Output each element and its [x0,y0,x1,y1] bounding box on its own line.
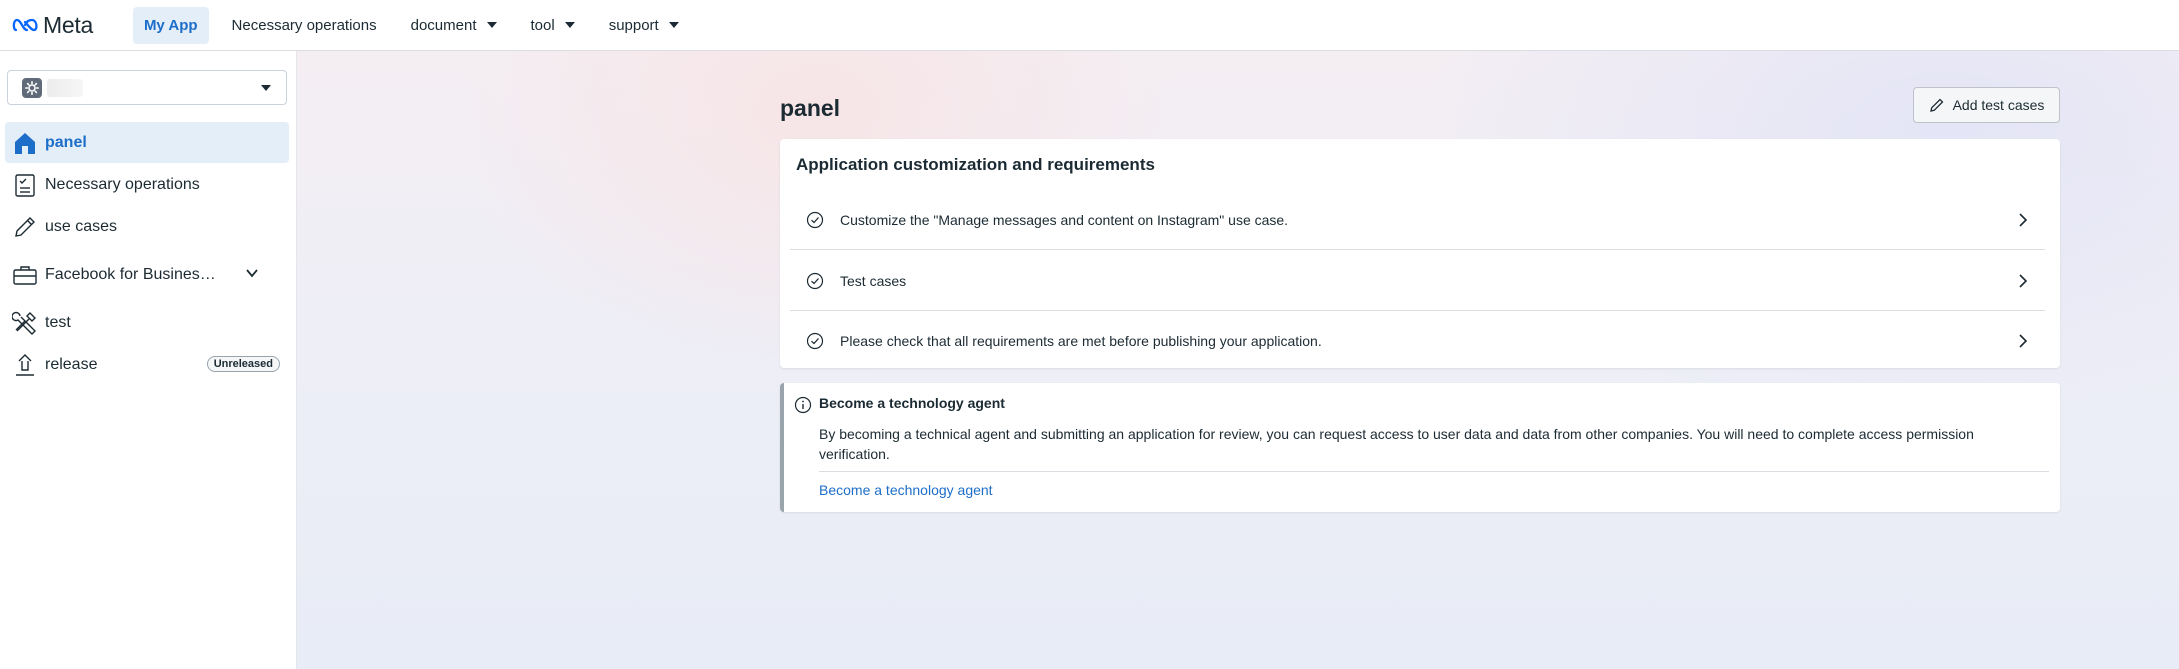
check-circle-icon [806,272,824,289]
sidebar-item-test[interactable]: test [5,302,289,343]
sidebar-item-use-cases[interactable]: use cases [5,206,289,247]
requirements-card: Application customization and requiremen… [780,139,2060,368]
caret-down-icon [261,85,271,91]
become-technology-agent-link[interactable]: Become a technology agent [819,482,993,498]
chevron-down-icon[interactable] [245,266,259,280]
nav-my-app-label: My App [143,16,198,34]
briefcase-icon [12,262,38,288]
requirement-row-text: Test cases [840,272,907,289]
page-title: panel [780,95,841,121]
nav-support-label: support [608,16,659,34]
tools-icon [12,310,38,336]
top-navigation-bar: Meta My App Necessary operations documen… [0,0,2179,51]
pencil-icon [1929,98,1943,112]
technology-agent-title: Become a technology agent [819,395,1005,411]
sidebar-item-label: Facebook for Busines… [45,265,216,283]
meta-logo[interactable]: Meta [12,12,93,39]
meta-infinity-icon [12,18,38,32]
home-icon [12,130,38,156]
app-selector-dropdown[interactable] [7,70,287,105]
sidebar-item-release[interactable]: release Unreleased [5,344,289,385]
nav-necessary-operations[interactable]: Necessary operations [221,7,388,44]
nav-my-app[interactable]: My App [132,6,209,44]
nav-tool-label: tool [530,16,555,34]
sidebar-item-label: panel [45,133,87,151]
nav-document-label: document [410,16,477,34]
chevron-right-icon [2019,334,2028,348]
nav-support[interactable]: support [598,7,690,44]
chevron-right-icon [2019,273,2028,288]
chevron-right-icon [2019,212,2028,227]
technology-agent-description: By becoming a technical agent and submit… [819,426,1974,462]
check-circle-icon [806,332,824,350]
requirement-row[interactable]: Test cases [790,251,2045,311]
caret-down-icon [486,22,497,28]
nav-necessary-operations-label: Necessary operations [231,16,377,34]
status-badge: Unreleased [206,356,280,372]
main-content: panel Add test cases Application customi… [297,51,2179,669]
caret-down-icon [668,22,679,28]
requirement-row-text: Please check that all requirements are m… [840,333,1322,349]
sidebar-item-necessary-operations[interactable]: Necessary operations [5,164,289,205]
requirement-row[interactable]: Please check that all requirements are m… [790,311,2045,371]
caret-down-icon [564,22,575,28]
sidebar-item-label: test [45,313,71,331]
add-test-cases-button[interactable]: Add test cases [1913,87,2060,123]
nav-tool[interactable]: tool [520,7,586,44]
info-icon [794,396,812,414]
sidebar-item-facebook-for-business[interactable]: Facebook for Busines… [5,254,289,295]
sidebar-item-label: Necessary operations [45,175,200,193]
sidebar-item-label: use cases [45,217,118,235]
add-test-cases-label: Add test cases [1952,97,2045,113]
technology-agent-card: Become a technology agent By becoming a … [780,383,2060,512]
checklist-icon [12,172,38,198]
sidebar-item-label: release [45,355,98,373]
sidebar-item-panel[interactable]: panel [5,122,289,163]
check-circle-icon [806,211,824,228]
brand-name: Meta [43,11,93,38]
requirement-row[interactable]: Customize the "Manage messages and conte… [790,190,2045,250]
requirement-row-text: Customize the "Manage messages and conte… [840,211,1289,228]
nav-document[interactable]: document [400,7,508,44]
app-name-redacted [47,78,83,97]
requirements-card-title: Application customization and requiremen… [796,155,1155,174]
upload-icon [12,352,38,378]
gear-icon [22,77,42,98]
pencil-icon [12,214,38,240]
sidebar: panel Necessary operations use cases Fac… [0,51,297,669]
divider [819,471,2049,472]
